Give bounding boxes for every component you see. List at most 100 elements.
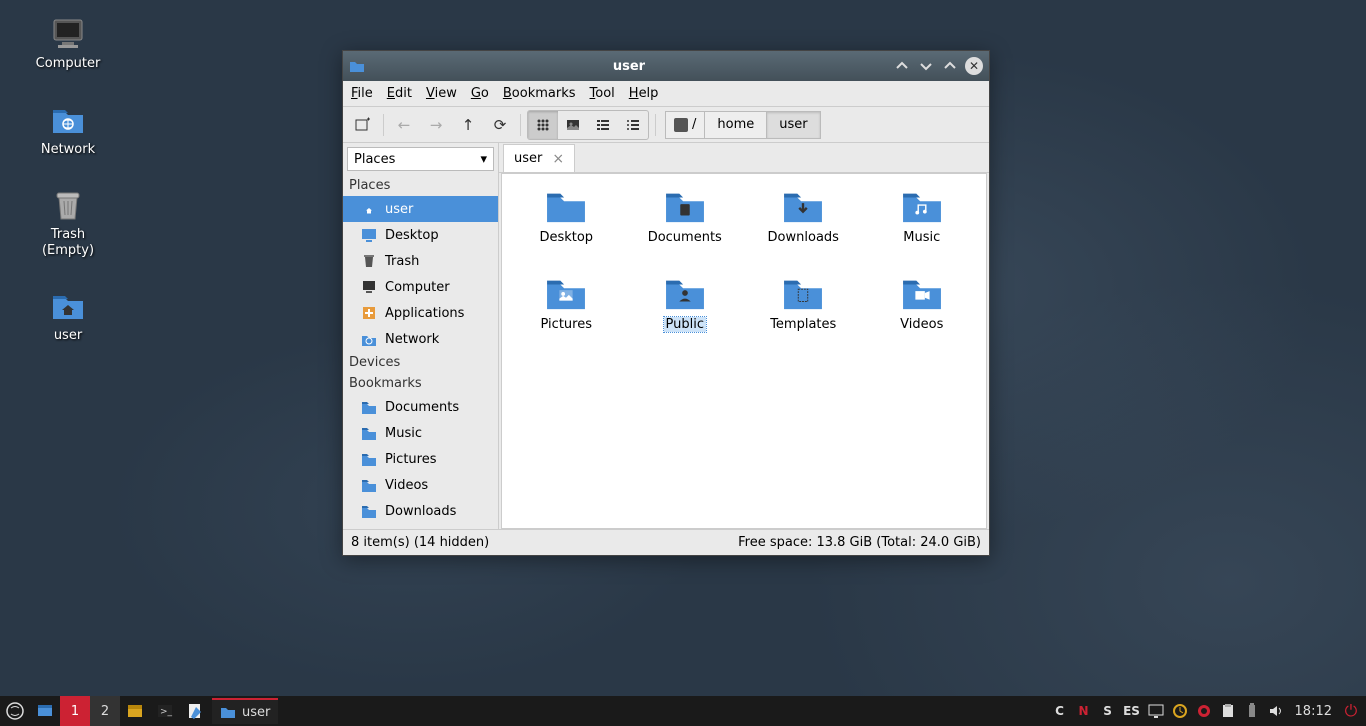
tray-indicator-c[interactable]: C: [1049, 700, 1071, 722]
reload-button[interactable]: ⟳: [486, 111, 514, 139]
trash-icon: [361, 253, 377, 269]
menubar: File Edit View Go Bookmarks Tool Help: [343, 81, 989, 107]
menu-tool[interactable]: Tool: [590, 86, 615, 101]
folder-icon: [900, 188, 944, 224]
tab-close-icon[interactable]: ×: [552, 151, 564, 167]
menu-file[interactable]: File: [351, 86, 373, 101]
tray-screen-icon[interactable]: [1145, 700, 1167, 722]
home-folder-icon: [50, 288, 86, 324]
menu-edit[interactable]: Edit: [387, 86, 412, 101]
minimize-button[interactable]: [917, 57, 935, 75]
folder-music[interactable]: Music: [868, 188, 977, 245]
sidebar-header-bookmarks: Bookmarks: [343, 373, 498, 394]
tray-volume-icon[interactable]: [1265, 700, 1287, 722]
desktop-icon-label: Network: [41, 142, 95, 158]
back-button[interactable]: ←: [390, 111, 418, 139]
tab-bar: user ×: [499, 143, 989, 173]
path-segment-root[interactable]: /: [665, 111, 705, 139]
keyboard-layout-indicator[interactable]: ES: [1121, 700, 1143, 722]
menu-help[interactable]: Help: [629, 86, 659, 101]
up-button[interactable]: ↑: [454, 111, 482, 139]
folder-icon: [361, 477, 377, 493]
status-free-space: Free space: 13.8 GiB (Total: 24.0 GiB): [738, 535, 981, 550]
sidebar-bookmark-downloads[interactable]: Downloads: [343, 498, 498, 524]
sidebar-bookmark-videos[interactable]: Videos: [343, 472, 498, 498]
folder-icon: [361, 425, 377, 441]
folder-downloads[interactable]: Downloads: [749, 188, 858, 245]
path-segment-home[interactable]: home: [704, 111, 767, 139]
tray-battery-icon[interactable]: [1241, 700, 1263, 722]
folder-icon: [361, 399, 377, 415]
taskbar: 1 2 >_ user C N S ES 18:12 ⏻: [0, 696, 1366, 726]
view-mode-group: [527, 110, 649, 140]
folder-icon: [781, 188, 825, 224]
maximize-button[interactable]: [941, 57, 959, 75]
compact-view-button[interactable]: [588, 111, 618, 139]
show-desktop-button[interactable]: [30, 696, 60, 726]
status-item-count: 8 item(s) (14 hidden): [351, 535, 489, 550]
launcher-terminal[interactable]: >_: [150, 696, 180, 726]
file-manager-window: user ✕ File Edit View Go Bookmarks Tool …: [342, 50, 990, 556]
tray-power-manager-icon[interactable]: [1193, 700, 1215, 722]
folder-desktop[interactable]: Desktop: [512, 188, 621, 245]
workspace-2[interactable]: 2: [90, 696, 120, 726]
path-bar: / home user: [666, 111, 821, 139]
tray-clipboard-icon[interactable]: [1217, 700, 1239, 722]
network-icon: [361, 331, 377, 347]
app-menu-button[interactable]: [0, 696, 30, 726]
tray-update-icon[interactable]: [1169, 700, 1191, 722]
window-title: user: [373, 59, 885, 74]
sidebar-bookmark-pictures[interactable]: Pictures: [343, 446, 498, 472]
folder-icon: [544, 188, 588, 224]
menu-bookmarks[interactable]: Bookmarks: [503, 86, 576, 101]
folder-templates[interactable]: Templates: [749, 275, 858, 332]
shade-button[interactable]: [893, 57, 911, 75]
folder-icon: [900, 275, 944, 311]
sidebar-bookmark-documents[interactable]: Documents: [343, 394, 498, 420]
close-button[interactable]: ✕: [965, 57, 983, 75]
logout-button[interactable]: ⏻: [1340, 700, 1362, 722]
folder-videos[interactable]: Videos: [868, 275, 977, 332]
sidebar-item-applications[interactable]: Applications: [343, 300, 498, 326]
folder-icon: [663, 188, 707, 224]
desktop-icon-computer[interactable]: Computer: [20, 16, 116, 72]
sidebar-selector[interactable]: Places ▾: [347, 147, 494, 171]
tab-user[interactable]: user ×: [503, 144, 575, 172]
launcher-files[interactable]: [120, 696, 150, 726]
new-tab-button[interactable]: [349, 111, 377, 139]
launcher-editor[interactable]: [180, 696, 210, 726]
desktop-icon: [361, 227, 377, 243]
titlebar[interactable]: user ✕: [343, 51, 989, 81]
sidebar-item-desktop[interactable]: Desktop: [343, 222, 498, 248]
forward-button[interactable]: →: [422, 111, 450, 139]
sidebar-header-places: Places: [343, 175, 498, 196]
workspace-1[interactable]: 1: [60, 696, 90, 726]
clock[interactable]: 18:12: [1289, 704, 1338, 719]
desktop-icons: Computer Network Trash (Empty) user: [20, 16, 116, 344]
svg-text:>_: >_: [160, 707, 173, 717]
sidebar-item-computer[interactable]: Computer: [343, 274, 498, 300]
file-grid[interactable]: DesktopDocumentsDownloadsMusic PicturesPu…: [501, 173, 987, 529]
thumbnail-view-button[interactable]: [558, 111, 588, 139]
tray-indicator-s[interactable]: S: [1097, 700, 1119, 722]
sidebar-item-user[interactable]: user: [343, 196, 498, 222]
sidebar-item-trash[interactable]: Trash: [343, 248, 498, 274]
folder-public[interactable]: Public: [631, 275, 740, 332]
desktop-icon-user-home[interactable]: user: [20, 288, 116, 344]
desktop-icon-network[interactable]: Network: [20, 102, 116, 158]
folder-pictures[interactable]: Pictures: [512, 275, 621, 332]
status-bar: 8 item(s) (14 hidden) Free space: 13.8 G…: [343, 529, 989, 555]
folder-documents[interactable]: Documents: [631, 188, 740, 245]
sidebar-item-network[interactable]: Network: [343, 326, 498, 352]
window-icon: [349, 58, 365, 74]
menu-view[interactable]: View: [426, 86, 457, 101]
menu-go[interactable]: Go: [471, 86, 489, 101]
path-segment-user[interactable]: user: [766, 111, 820, 139]
tray-indicator-n[interactable]: N: [1073, 700, 1095, 722]
desktop-icon-trash[interactable]: Trash (Empty): [20, 187, 116, 258]
sidebar-bookmark-music[interactable]: Music: [343, 420, 498, 446]
taskbar-task-file-manager[interactable]: user: [212, 698, 278, 724]
sidebar: Places ▾ Places userDesktopTrashComputer…: [343, 143, 499, 529]
icon-view-button[interactable]: [528, 111, 558, 139]
list-view-button[interactable]: [618, 111, 648, 139]
